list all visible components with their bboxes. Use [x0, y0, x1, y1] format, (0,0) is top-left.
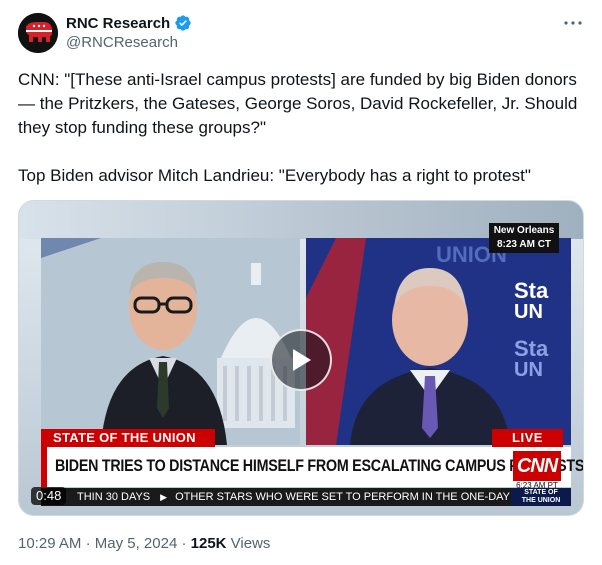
video-player[interactable]: UNION Sta UN Sta UN New Orleans 8:23 AM … [18, 200, 584, 516]
location-badge: New Orleans 8:23 AM CT [489, 223, 559, 253]
news-ticker: THIN 30 DAYS ▶ OTHER STARS WHO WERE SET TO… [41, 488, 511, 506]
tweet-date[interactable]: May 5, 2024 [95, 535, 178, 552]
show-badge: STATE OF THE UNION [511, 488, 571, 506]
republican-elephant-icon [18, 13, 58, 53]
ticker-left-text: THIN 30 DAYS [77, 491, 151, 503]
cnn-logo: CNN [513, 451, 561, 481]
location-time: 8:23 AM CT [496, 239, 552, 250]
display-name[interactable]: RNC Research [66, 15, 170, 32]
guest-video-panel: UNION Sta UN Sta UN [306, 238, 571, 445]
ticker-right-text: OTHER STARS WHO WERE SET TO PERFORM IN T… [175, 491, 511, 503]
author-handle[interactable]: @RNCResearch [66, 34, 178, 51]
avatar[interactable] [18, 13, 58, 53]
show-badge-line-2: THE UNION [521, 497, 561, 504]
play-button[interactable] [270, 329, 332, 391]
ticker-arrow-icon: ▶ [160, 492, 168, 502]
more-options-icon[interactable] [562, 14, 584, 32]
chyron-headline: BIDEN TRIES TO DISTANCE HIMSELF FROM ESC… [55, 456, 584, 475]
tweet-paragraph-2: Top Biden advisor Mitch Landrieu: "Every… [18, 166, 531, 185]
verified-badge-icon [175, 15, 191, 31]
play-icon [293, 349, 311, 371]
tweet-paragraph-1: CNN: "[These anti-Israel campus protests… [18, 70, 578, 137]
location-city: New Orleans [493, 225, 555, 236]
meta-separator-2: · [181, 535, 187, 552]
svg-text:Sta: Sta [514, 278, 549, 303]
tweet-meta: 10:29 AM · May 5, 2024 · 125K Views [18, 535, 270, 552]
svg-text:UN: UN [514, 301, 543, 323]
author-name-row[interactable]: RNC Research [66, 13, 192, 33]
views-label: Views [230, 535, 271, 552]
studio-graphics-illustration: UNION Sta UN Sta UN [306, 238, 571, 445]
anchor-video-panel [41, 238, 300, 445]
capitol-dome-illustration [41, 238, 300, 445]
show-name-bar: STATE OF THE UNION [41, 429, 215, 447]
tweet: RNC Research @RNCResearch CNN: "[These a… [0, 0, 602, 565]
tweet-time[interactable]: 10:29 AM [18, 535, 81, 552]
meta-separator: · [85, 535, 91, 552]
live-label: LIVE [492, 429, 563, 447]
chyron: BIDEN TRIES TO DISTANCE HIMSELF FROM ESC… [41, 447, 583, 490]
video-duration: 0:48 [31, 487, 67, 505]
svg-text:Sta: Sta [514, 336, 549, 361]
tweet-text: CNN: "[These anti-Israel campus protests… [18, 68, 588, 188]
views-count: 125K [190, 535, 227, 552]
svg-text:UN: UN [514, 359, 543, 381]
show-badge-line-1: STATE OF [524, 489, 558, 496]
